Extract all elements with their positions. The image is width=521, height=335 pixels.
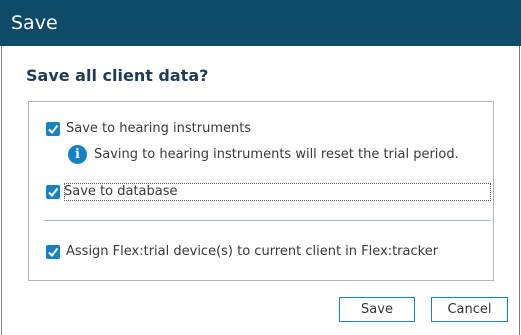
save-button[interactable]: Save [339,297,415,322]
info-message: i Saving to hearing instruments will res… [68,145,459,164]
option-label: Save to hearing instruments [66,121,252,136]
checkbox-database[interactable] [46,184,60,199]
option-save-to-hearing-instruments[interactable]: Save to hearing instruments [46,121,251,136]
check-icon [48,124,59,134]
check-icon [48,247,59,257]
option-save-to-database[interactable]: Save to database [46,184,178,199]
dialog-heading: Save all client data? [26,66,209,85]
info-icon: i [68,145,87,164]
check-icon [48,187,59,197]
option-assign-flextrial[interactable]: Assign Flex:trial device(s) to current c… [46,244,438,259]
checkbox-hearing-instruments[interactable] [46,121,60,136]
info-text: Saving to hearing instruments will reset… [94,147,459,162]
option-label: Save to database [64,184,178,199]
dialog-titlebar: Save [0,0,521,46]
checkbox-assign-flextrial[interactable] [46,244,60,259]
save-dialog: Save Save all client data? Save to heari… [0,0,521,335]
divider [44,220,490,221]
option-label: Assign Flex:trial device(s) to current c… [66,244,439,259]
cancel-button[interactable]: Cancel [431,297,508,322]
dialog-title: Save [11,12,58,34]
